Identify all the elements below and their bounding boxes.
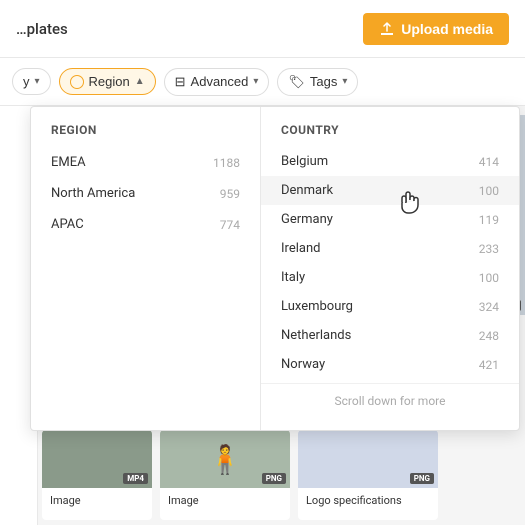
country-luxembourg-count: 324 bbox=[479, 300, 499, 314]
country-netherlands[interactable]: Netherlands 248 bbox=[261, 321, 519, 350]
country-denmark-count: 100 bbox=[479, 184, 499, 198]
header: …plates Upload media bbox=[0, 0, 525, 58]
advanced-chevron-icon: ▾ bbox=[253, 76, 258, 87]
region-emea[interactable]: EMEA 1188 bbox=[31, 147, 260, 178]
region-emea-label: EMEA bbox=[51, 155, 86, 170]
image-label: Image bbox=[42, 488, 152, 513]
country-denmark-label: Denmark bbox=[281, 183, 333, 198]
tag-icon: 🏷 bbox=[288, 74, 305, 90]
advanced-filter-button[interactable]: ⊟ Advanced ▾ bbox=[164, 68, 270, 96]
country-norway-count: 421 bbox=[479, 358, 499, 372]
filter-bar: y ▾ Region ▲ ⊟ Advanced ▾ 🏷 Tags ▾ bbox=[0, 58, 525, 106]
country-norway-label: Norway bbox=[281, 357, 325, 372]
image-thumbnail: MP4 bbox=[42, 430, 152, 488]
png-badge: PNG bbox=[262, 473, 286, 484]
photo-card: 🧍 PNG Image bbox=[160, 430, 290, 520]
page-title: …plates bbox=[16, 20, 68, 38]
country-germany-label: Germany bbox=[281, 212, 333, 227]
photo-thumbnail: 🧍 PNG bbox=[160, 430, 290, 488]
region-panel: Region EMEA 1188 North America 959 APAC … bbox=[31, 107, 261, 430]
type-chevron-icon: ▾ bbox=[35, 76, 40, 87]
region-column-header: Region bbox=[31, 119, 260, 147]
country-germany[interactable]: Germany 119 bbox=[261, 205, 519, 234]
country-denmark[interactable]: Denmark 100 bbox=[261, 176, 519, 205]
image-card: MP4 Image bbox=[42, 430, 152, 520]
country-italy-count: 100 bbox=[479, 271, 499, 285]
png2-badge: PNG bbox=[410, 473, 434, 484]
region-north-america-label: North America bbox=[51, 186, 135, 201]
region-apac-count: 774 bbox=[220, 218, 240, 232]
logo-thumbnail: PNG bbox=[298, 430, 438, 488]
mp4-badge: MP4 bbox=[123, 473, 148, 484]
type-filter-label: y bbox=[23, 74, 30, 89]
tags-filter-button[interactable]: 🏷 Tags ▾ bbox=[277, 68, 358, 96]
country-italy[interactable]: Italy 100 bbox=[261, 263, 519, 292]
country-netherlands-label: Netherlands bbox=[281, 328, 351, 343]
upload-media-button[interactable]: Upload media bbox=[363, 13, 509, 45]
region-apac-label: APAC bbox=[51, 217, 84, 232]
region-north-america-count: 959 bbox=[220, 187, 240, 201]
country-ireland-count: 233 bbox=[479, 242, 499, 256]
logo-card: PNG Logo specifications bbox=[298, 430, 438, 520]
advanced-filter-label: Advanced bbox=[191, 74, 249, 89]
region-filter-label: Region bbox=[89, 74, 130, 89]
region-filter-button[interactable]: Region ▲ bbox=[59, 68, 156, 95]
region-apac[interactable]: APAC 774 bbox=[31, 209, 260, 240]
country-belgium-count: 414 bbox=[479, 155, 499, 169]
country-luxembourg-label: Luxembourg bbox=[281, 299, 353, 314]
tags-chevron-icon: ▾ bbox=[342, 76, 347, 87]
country-germany-count: 119 bbox=[479, 213, 499, 227]
country-luxembourg[interactable]: Luxembourg 324 bbox=[261, 292, 519, 321]
country-column-header: Country bbox=[261, 119, 519, 147]
photo-label: Image bbox=[160, 488, 290, 513]
country-ireland-label: Ireland bbox=[281, 241, 320, 256]
country-norway[interactable]: Norway 421 bbox=[261, 350, 519, 379]
country-belgium-label: Belgium bbox=[281, 154, 328, 169]
country-italy-label: Italy bbox=[281, 270, 305, 285]
country-netherlands-count: 248 bbox=[479, 329, 499, 343]
region-emea-count: 1188 bbox=[213, 156, 240, 170]
sliders-icon: ⊟ bbox=[175, 74, 186, 90]
upload-label: Upload media bbox=[401, 21, 493, 37]
country-panel: Country Belgium 414 Denmark 100 Germany … bbox=[261, 107, 519, 430]
tags-filter-label: Tags bbox=[310, 74, 337, 89]
type-filter-button[interactable]: y ▾ bbox=[12, 68, 51, 95]
country-belgium[interactable]: Belgium 414 bbox=[261, 147, 519, 176]
region-dropdown: Region EMEA 1188 North America 959 APAC … bbox=[30, 106, 520, 431]
scroll-more-hint: Scroll down for more bbox=[261, 383, 519, 418]
globe-icon bbox=[70, 75, 84, 89]
country-ireland[interactable]: Ireland 233 bbox=[261, 234, 519, 263]
region-chevron-icon: ▲ bbox=[135, 76, 145, 87]
logo-label: Logo specifications bbox=[298, 488, 438, 513]
upload-icon bbox=[379, 21, 395, 37]
region-north-america[interactable]: North America 959 bbox=[31, 178, 260, 209]
